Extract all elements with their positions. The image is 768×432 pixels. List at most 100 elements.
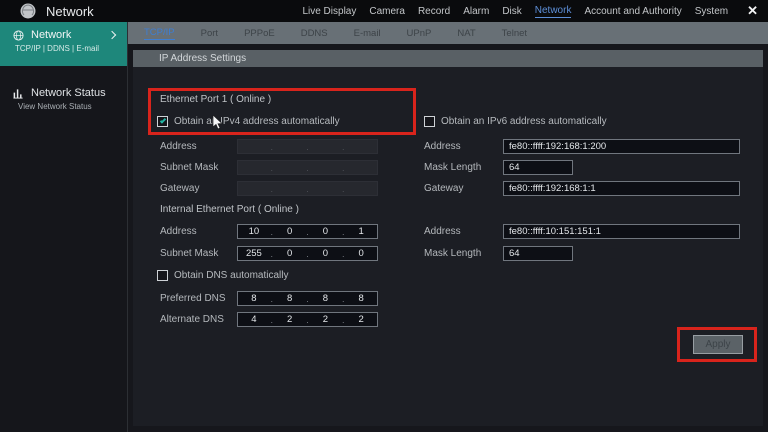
page-title: Network: [46, 4, 94, 19]
ipv6-auto-label: Obtain an IPv6 address automatically: [441, 116, 607, 127]
field-label: Mask Length: [424, 162, 503, 173]
octet: 10: [238, 226, 270, 237]
sidebar-item-label: Network Status: [31, 87, 106, 99]
ipv4-auto-checkbox-row: Obtain an IPv4 address automatically: [157, 116, 340, 127]
menu-item-network[interactable]: Network: [535, 5, 572, 18]
close-icon[interactable]: ✕: [747, 3, 758, 19]
sidebar-item-network-status[interactable]: Network Status View Network Status: [0, 80, 127, 111]
field-label: Subnet Mask: [160, 162, 237, 173]
dns-auto-label: Obtain DNS automatically: [174, 270, 289, 281]
sidebar: Network TCP/IP | DDNS | E-mail Network S…: [0, 22, 128, 432]
sidebar-item-network[interactable]: Network TCP/IP | DDNS | E-mail: [0, 22, 127, 66]
sidebar-network-sublinks[interactable]: TCP/IP | DDNS | E-mail: [0, 44, 127, 53]
octet: 8: [238, 293, 270, 304]
octet: 0: [310, 226, 342, 237]
octet: 2: [345, 314, 377, 325]
octet: 4: [238, 314, 270, 325]
ipv6-address-input[interactable]: fe80::ffff:192:168:1:200: [503, 139, 740, 154]
ethernet-port1-title: Ethernet Port 1 ( Online ): [160, 94, 271, 105]
tab-pppoe[interactable]: PPPoE: [244, 28, 275, 39]
ipv4-gateway-input: ...: [237, 181, 378, 196]
main-content: IP Address Settings Ethernet Port 1 ( On…: [128, 44, 768, 432]
ipv6-mask-length-input[interactable]: 64: [503, 160, 573, 175]
alternate-dns-row: Alternate DNS 4.2.2.2: [160, 312, 378, 327]
ipv6-address-row: Address fe80::ffff:192:168:1:200: [424, 139, 740, 154]
ipv6-auto-checkbox-row: Obtain an IPv6 address automatically: [424, 116, 607, 127]
internal-address-row: Address 10.0.0.1: [160, 224, 378, 239]
field-label: Preferred DNS: [160, 293, 237, 304]
field-label: Subnet Mask: [160, 248, 237, 259]
ipv4-subnet-input: ...: [237, 160, 378, 175]
ipv6-gateway-row: Gateway fe80::ffff:192:168:1:1: [424, 181, 740, 196]
menu-item-alarm[interactable]: Alarm: [463, 6, 489, 17]
top-bar: Network Live Display Camera Record Alarm…: [0, 0, 768, 22]
internal-ipv6-address-input[interactable]: fe80::ffff:10:151:151:1: [503, 224, 740, 239]
tab-tcpip[interactable]: TCP/IP: [144, 27, 175, 40]
menu-item-record[interactable]: Record: [418, 6, 450, 17]
octet: 1: [345, 226, 377, 237]
field-label: Address: [424, 141, 503, 152]
ipv4-address-row: Address ...: [160, 139, 378, 154]
octet: 0: [345, 248, 377, 259]
internal-ipv6-address-row: Address fe80::ffff:10:151:151:1: [424, 224, 740, 239]
menu-item-account-and-authority[interactable]: Account and Authority: [584, 6, 681, 17]
field-label: Gateway: [160, 183, 237, 194]
field-label: Mask Length: [424, 248, 503, 259]
ipv6-mask-length-row: Mask Length 64: [424, 160, 573, 175]
apply-button[interactable]: Apply: [693, 335, 743, 354]
tab-nat[interactable]: NAT: [457, 28, 475, 39]
network-status-icon: [13, 88, 24, 99]
internal-address-input[interactable]: 10.0.0.1: [237, 224, 378, 239]
sidebar-item-label: Network: [31, 29, 71, 41]
ipv4-subnet-row: Subnet Mask ...: [160, 160, 378, 175]
octet: 0: [274, 248, 306, 259]
menu-item-system[interactable]: System: [695, 6, 728, 17]
panel-title: IP Address Settings: [159, 53, 246, 64]
tab-port[interactable]: Port: [201, 28, 218, 39]
internal-ipv6-mask-length-row: Mask Length 64: [424, 246, 573, 261]
brand-logo-icon: [20, 3, 36, 19]
menu-item-camera[interactable]: Camera: [369, 6, 405, 17]
panel-header: IP Address Settings: [133, 50, 763, 67]
internal-subnet-input[interactable]: 255.0.0.0: [237, 246, 378, 261]
dns-auto-checkbox[interactable]: [157, 270, 168, 281]
menu-item-disk[interactable]: Disk: [502, 6, 521, 17]
octet: 8: [345, 293, 377, 304]
tab-upnp[interactable]: UPnP: [407, 28, 432, 39]
octet: 8: [310, 293, 342, 304]
sidebar-network-status-sublink[interactable]: View Network Status: [0, 102, 127, 111]
internal-subnet-row: Subnet Mask 255.0.0.0: [160, 246, 378, 261]
check-icon: [159, 117, 165, 123]
octet: 2: [310, 314, 342, 325]
globe-icon: [13, 30, 24, 41]
ipv4-auto-label: Obtain an IPv4 address automatically: [174, 116, 340, 127]
ipv6-auto-checkbox[interactable]: [424, 116, 435, 127]
tab-ddns[interactable]: DDNS: [301, 28, 328, 39]
ipv4-auto-checkbox[interactable]: [157, 116, 168, 127]
field-label: Address: [160, 141, 237, 152]
menu-item-live-display[interactable]: Live Display: [302, 6, 356, 17]
octet: 2: [274, 314, 306, 325]
preferred-dns-row: Preferred DNS 8.8.8.8: [160, 291, 378, 306]
field-label: Alternate DNS: [160, 314, 237, 325]
chevron-right-icon: [108, 31, 116, 39]
tab-bar: TCP/IP Port PPPoE DDNS E-mail UPnP NAT T…: [128, 22, 768, 44]
internal-port-title: Internal Ethernet Port ( Online ): [160, 204, 299, 215]
top-menu: Live Display Camera Record Alarm Disk Ne…: [302, 3, 758, 19]
internal-ipv6-mask-length-input[interactable]: 64: [503, 246, 573, 261]
field-label: Gateway: [424, 183, 503, 194]
field-label: Address: [424, 226, 503, 237]
preferred-dns-input[interactable]: 8.8.8.8: [237, 291, 378, 306]
octet: 8: [274, 293, 306, 304]
dns-auto-checkbox-row: Obtain DNS automatically: [157, 270, 289, 281]
alternate-dns-input[interactable]: 4.2.2.2: [237, 312, 378, 327]
octet: 0: [274, 226, 306, 237]
ipv6-gateway-input[interactable]: fe80::ffff:192:168:1:1: [503, 181, 740, 196]
ipv4-address-input: ...: [237, 139, 378, 154]
nvr-network-settings-screen: Network Live Display Camera Record Alarm…: [0, 0, 768, 432]
ipv4-gateway-row: Gateway ...: [160, 181, 378, 196]
octet: 0: [310, 248, 342, 259]
octet: 255: [238, 248, 270, 259]
tab-email[interactable]: E-mail: [354, 28, 381, 39]
tab-telnet[interactable]: Telnet: [502, 28, 527, 39]
